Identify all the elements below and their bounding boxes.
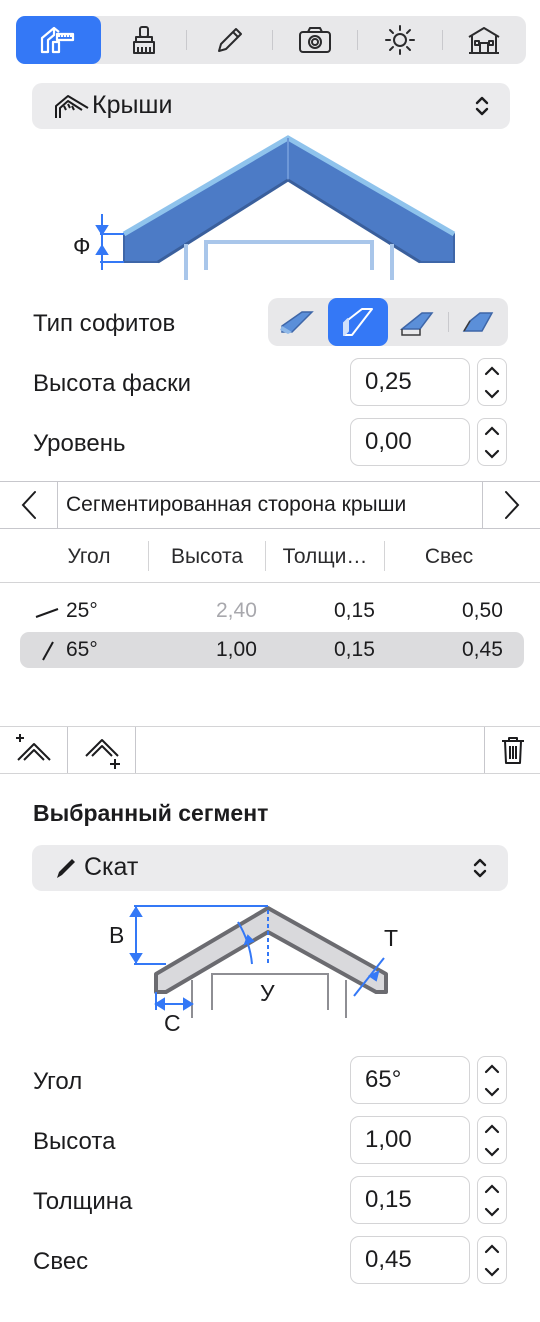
chevron-down-icon (484, 1087, 500, 1097)
table-row[interactable]: 65° 1,00 0,15 0,45 (20, 632, 524, 668)
chevron-down-icon (484, 389, 500, 399)
cell-height: 1,00 (216, 638, 257, 661)
chevron-up-icon (484, 1243, 500, 1253)
diagram-label-t: T (384, 925, 399, 951)
height-field[interactable]: 1,00 (350, 1116, 470, 1164)
soffit-horizontal-icon (399, 312, 434, 336)
chamfer-height-label: Высота фаски (33, 370, 192, 397)
chevron-down-icon (484, 1147, 500, 1157)
trash-icon (501, 737, 524, 764)
edit-tool-button[interactable] (187, 16, 272, 64)
diagram-label-c: C (164, 1010, 181, 1036)
chamfer-height-stepper[interactable] (477, 358, 507, 406)
soffit-option-4[interactable] (448, 298, 508, 346)
column-header-thickness[interactable]: Толщи… (266, 540, 384, 574)
soffit-vertical-icon (343, 308, 373, 336)
soffit-boxed-icon (462, 312, 494, 332)
thickness-stepper[interactable] (477, 1176, 507, 1224)
roof-settings-icon (40, 26, 74, 54)
cell-angle: 25° (66, 599, 98, 622)
category-popup[interactable]: Крыши (32, 83, 510, 129)
diagram-label-u: У (260, 980, 275, 1006)
next-side-button[interactable] (483, 482, 540, 528)
level-stepper[interactable] (477, 418, 507, 466)
slope-pen-icon (57, 859, 75, 878)
angle-label: Угол (33, 1068, 83, 1095)
camera-icon (298, 27, 331, 53)
paint-roller-icon (132, 26, 155, 54)
add-segment-after-button[interactable] (68, 727, 135, 773)
segment-type-popup[interactable]: Скат (32, 845, 508, 891)
add-roof-segment-icon (15, 734, 51, 761)
level-label: Уровень (33, 430, 126, 457)
chevron-updown-icon (473, 858, 487, 878)
chevron-down-icon (484, 1267, 500, 1277)
side-navigator: Сегментированная сторона крыши (0, 481, 540, 529)
chevron-down-icon (484, 449, 500, 459)
angle-field[interactable]: 65° (350, 1056, 470, 1104)
soffit-option-2[interactable] (328, 298, 388, 346)
chevron-left-icon (21, 491, 36, 519)
selected-segment-title: Выбранный сегмент (33, 800, 269, 826)
diagram-label-b: B (109, 922, 125, 948)
cell-angle: 65° (66, 638, 98, 661)
slope-steep-icon (42, 641, 54, 661)
soffit-option-1[interactable] (268, 298, 328, 346)
chevron-up-icon (484, 365, 500, 375)
level-field[interactable]: 0,00 (350, 418, 470, 466)
soffit-type-label: Тип софитов (33, 310, 176, 337)
overhang-field[interactable]: 0,45 (350, 1236, 470, 1284)
cell-overhang: 0,50 (462, 599, 503, 622)
cell-thickness: 0,15 (334, 599, 375, 622)
chevron-up-icon (484, 1183, 500, 1193)
delete-segment-button[interactable] (485, 727, 540, 773)
soffit-type-segmented (268, 298, 508, 346)
house-icon (467, 27, 500, 54)
sun-icon (384, 25, 415, 55)
building-tool-button[interactable] (441, 16, 526, 64)
chevron-up-icon (484, 1123, 500, 1133)
roof-settings-tool-button[interactable] (16, 16, 101, 64)
tool-segmented-control (16, 16, 526, 64)
chamfer-height-field[interactable]: 0,25 (350, 358, 470, 406)
segment-type-label: Скат (84, 853, 139, 881)
height-stepper[interactable] (477, 1116, 507, 1164)
previous-side-button[interactable] (0, 482, 57, 528)
dimension-label: Ф (73, 233, 91, 259)
roof-icon (55, 95, 89, 118)
add-segment-before-button[interactable] (0, 727, 67, 773)
chevron-down-icon (484, 1207, 500, 1217)
light-tool-button[interactable] (357, 16, 442, 64)
column-header-overhang[interactable]: Свес (385, 540, 513, 574)
column-header-angle[interactable]: Угол (30, 540, 148, 574)
soffit-option-3[interactable] (388, 298, 448, 346)
overhang-label: Свес (33, 1248, 89, 1275)
thickness-field[interactable]: 0,15 (350, 1176, 470, 1224)
thickness-label: Толщина (33, 1188, 133, 1215)
paint-tool-button[interactable] (101, 16, 186, 64)
cell-thickness: 0,15 (334, 638, 375, 661)
add-roof-segment-after-icon (84, 739, 120, 769)
chevron-right-icon (504, 491, 519, 519)
cell-height: 2,40 (216, 599, 257, 622)
chevron-up-icon (484, 425, 500, 435)
roof-preview (95, 135, 456, 280)
soffit-flat-icon (280, 311, 314, 334)
segment-diagram (129, 905, 388, 1018)
angle-stepper[interactable] (477, 1056, 507, 1104)
pencil-icon (217, 28, 242, 52)
slope-shallow-icon (35, 608, 59, 618)
height-label: Высота (33, 1128, 116, 1155)
side-title: Сегментированная сторона крыши (57, 482, 483, 528)
camera-tool-button[interactable] (272, 16, 357, 64)
chevron-updown-icon (475, 96, 489, 116)
chevron-up-icon (484, 1063, 500, 1073)
cell-overhang: 0,45 (462, 638, 503, 661)
overhang-stepper[interactable] (477, 1236, 507, 1284)
column-header-height[interactable]: Высота (149, 540, 265, 574)
category-label: Крыши (92, 91, 173, 119)
table-row[interactable]: 25° 2,40 0,15 0,50 (20, 593, 524, 629)
